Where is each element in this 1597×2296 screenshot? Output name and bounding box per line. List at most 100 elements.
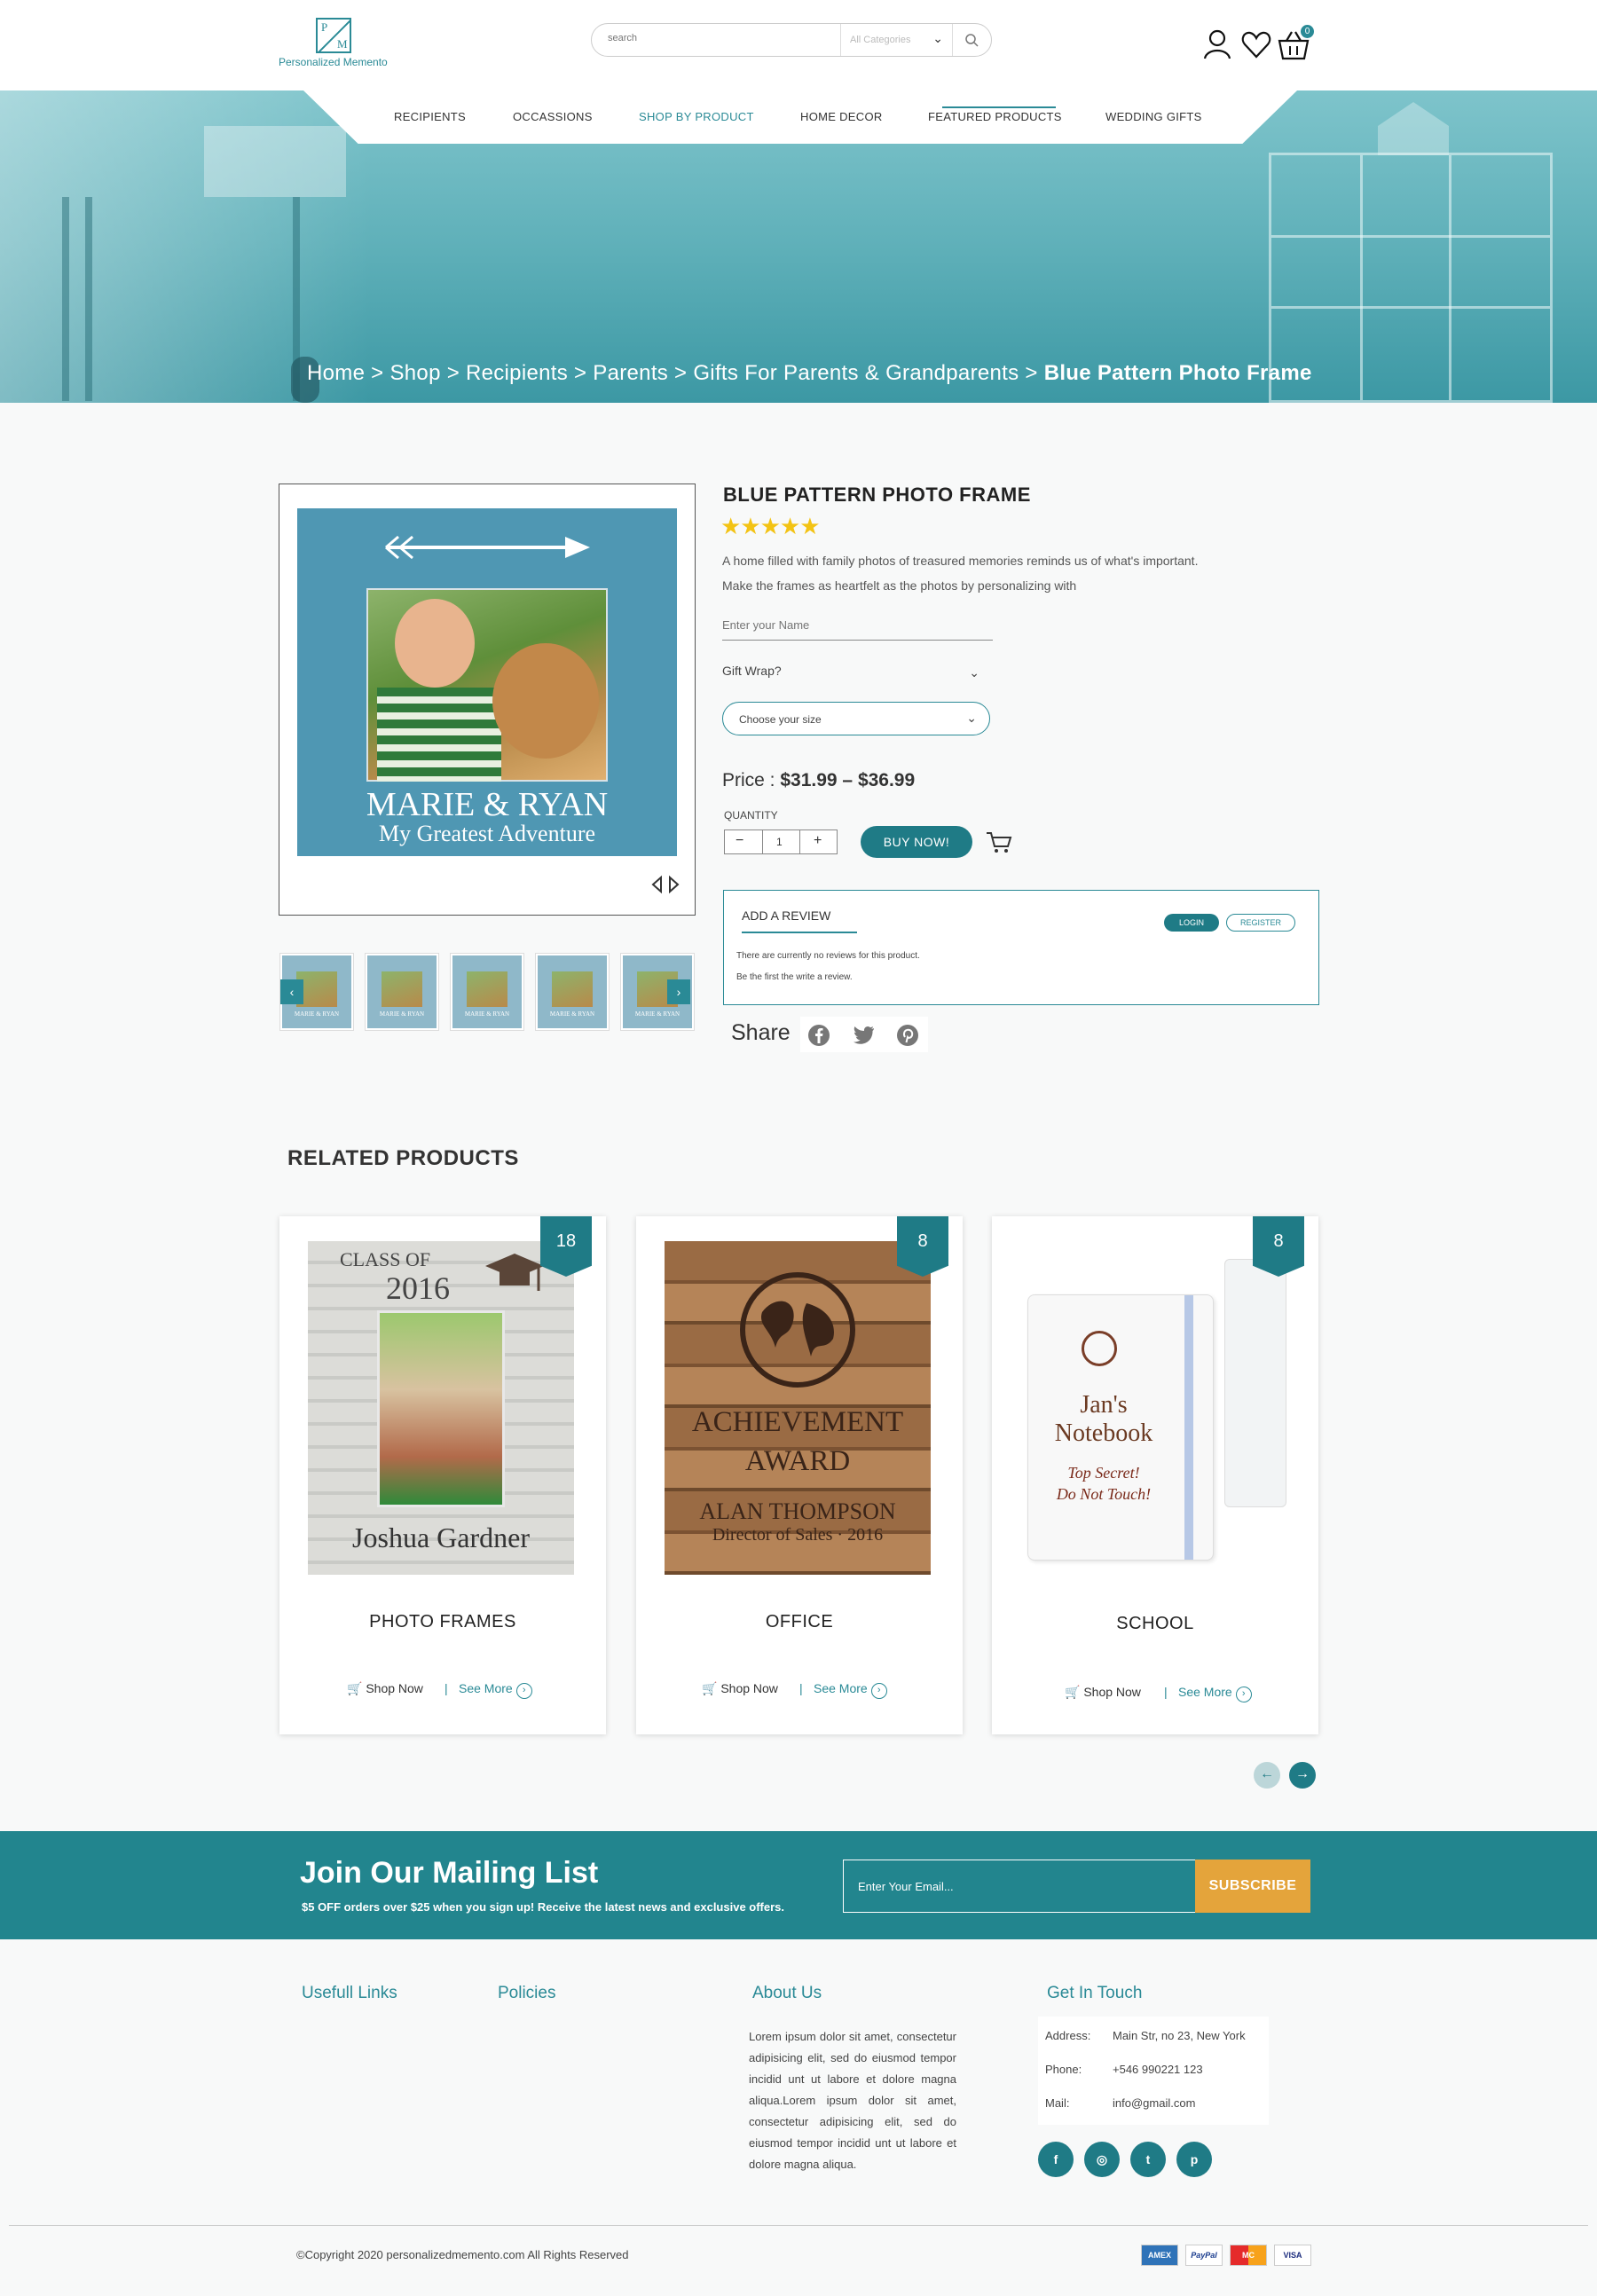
thumbnail[interactable]: MARIE & RYAN bbox=[536, 954, 609, 1030]
qty-plus-button[interactable]: + bbox=[814, 833, 822, 849]
nav-shop-by-product[interactable]: SHOP BY PRODUCT bbox=[639, 110, 754, 123]
globe-icon bbox=[740, 1272, 855, 1388]
card-image-text: Director of Sales · 2016 bbox=[712, 1525, 884, 1545]
category-label: All Categories bbox=[850, 35, 911, 45]
user-icon[interactable] bbox=[1201, 27, 1233, 62]
notebook-front: Jan's Notebook Top Secret! Do Not Touch! bbox=[1027, 1294, 1214, 1561]
footer-about-heading: About Us bbox=[752, 1984, 822, 2002]
thumbnail-next-button[interactable]: › bbox=[667, 979, 690, 1004]
shop-now-link[interactable]: 🛒 Shop Now bbox=[347, 1681, 423, 1696]
image-nav-arrows-icon[interactable] bbox=[650, 875, 680, 894]
link-separator: | bbox=[799, 1681, 803, 1695]
footer-divider bbox=[9, 2225, 1588, 2226]
search-input[interactable] bbox=[608, 33, 830, 43]
login-button[interactable]: LOGIN bbox=[1164, 914, 1219, 932]
name-field[interactable] bbox=[722, 610, 993, 641]
logo-text[interactable]: Personalized Memento bbox=[279, 56, 388, 68]
card-image-text: Notebook bbox=[1054, 1419, 1153, 1447]
notebook-band bbox=[1184, 1295, 1193, 1560]
cart-icon[interactable] bbox=[985, 830, 1013, 855]
thumbnail[interactable]: MARIE & RYAN bbox=[366, 954, 438, 1030]
shop-now-link[interactable]: 🛒 Shop Now bbox=[1065, 1685, 1141, 1700]
thumbnail-prev-button[interactable]: ‹ bbox=[280, 979, 303, 1004]
mailing-title: Join Our Mailing List bbox=[300, 1856, 599, 1890]
nav-recipients[interactable]: RECIPIENTS bbox=[394, 110, 466, 123]
product-card-school[interactable]: Jan's Notebook Top Secret! Do Not Touch!… bbox=[992, 1216, 1318, 1734]
logo-mark[interactable]: P M bbox=[316, 18, 351, 53]
nav-occassions[interactable]: OCCASSIONS bbox=[513, 110, 593, 123]
card-title: SCHOOL bbox=[1116, 1614, 1194, 1633]
product-image[interactable]: MARIE & RYAN My Greatest Adventure bbox=[297, 508, 677, 856]
arrow-right-icon: → bbox=[1295, 1766, 1310, 1781]
card-image-text: AWARD bbox=[744, 1445, 851, 1477]
review-panel: ADD A REVIEW LOGIN REGISTER There are cu… bbox=[723, 890, 1319, 1005]
arrow-left-icon: ← bbox=[1260, 1766, 1274, 1781]
qty-minus-button[interactable]: − bbox=[736, 833, 743, 849]
size-select-label: Choose your size bbox=[739, 713, 822, 726]
register-button[interactable]: REGISTER bbox=[1226, 914, 1295, 932]
nav-featured-products[interactable]: FEATURED PRODUCTS bbox=[928, 110, 1062, 123]
chevron-down-icon: ⌄ bbox=[966, 711, 977, 725]
heart-icon[interactable] bbox=[1240, 27, 1272, 62]
breadcrumb-path[interactable]: Home > Shop > Recipients > Parents > Gif… bbox=[307, 361, 1044, 385]
facebook-icon[interactable] bbox=[806, 1022, 832, 1049]
see-more-link[interactable]: See More › bbox=[1178, 1685, 1252, 1702]
email-field[interactable] bbox=[843, 1860, 1196, 1913]
chevron-right-icon: › bbox=[515, 1683, 532, 1699]
copyright-text: ©Copyright 2020 personalizedmemento.com … bbox=[296, 2248, 629, 2261]
footer-pinterest-icon[interactable]: p bbox=[1176, 2142, 1212, 2177]
twitter-icon[interactable] bbox=[850, 1022, 877, 1049]
card-count-badge: 8 bbox=[1253, 1216, 1304, 1277]
address-label: Address: bbox=[1045, 2029, 1091, 2042]
quantity-stepper: − 1 + bbox=[724, 830, 838, 854]
cart-icon: 🛒 bbox=[347, 1681, 363, 1695]
mailing-list-banner: Join Our Mailing List $5 OFF orders over… bbox=[0, 1831, 1597, 1939]
shop-now-link[interactable]: 🛒 Shop Now bbox=[702, 1681, 778, 1696]
card-image-text: Joshua Gardner bbox=[352, 1521, 530, 1553]
rating-stars: ★★★★★ bbox=[720, 513, 821, 539]
see-more-link[interactable]: See More › bbox=[459, 1681, 532, 1699]
shop-now-label: Shop Now bbox=[720, 1681, 778, 1695]
product-description: A home filled with family photos of trea… bbox=[722, 554, 1199, 593]
footer-instagram-icon[interactable]: ◎ bbox=[1084, 2142, 1120, 2177]
footer-facebook-icon[interactable]: f bbox=[1038, 2142, 1074, 2177]
carousel-prev-button[interactable]: ← bbox=[1254, 1762, 1280, 1789]
breadcrumb: Home > Shop > Recipients > Parents > Gif… bbox=[307, 361, 1312, 386]
search-button[interactable] bbox=[952, 24, 991, 56]
phone-value[interactable]: +546 990221 123 bbox=[1113, 2063, 1203, 2076]
footer-contact: Address: Main Str, no 23, New York Phone… bbox=[1038, 2017, 1269, 2125]
subscribe-button[interactable]: SUBSCRIBE bbox=[1195, 1860, 1310, 1913]
buy-now-button[interactable]: BUY NOW! bbox=[861, 826, 972, 858]
gift-wrap-select[interactable]: Gift Wrap? ⌄ bbox=[722, 664, 979, 680]
hero-window-frame bbox=[62, 197, 69, 401]
review-title: ADD A REVIEW bbox=[742, 908, 831, 923]
qty-value[interactable]: 1 bbox=[776, 836, 783, 848]
nav-wedding-gifts[interactable]: WEDDING GIFTS bbox=[1105, 110, 1202, 123]
see-more-link[interactable]: See More › bbox=[814, 1681, 887, 1699]
nav-home-decor[interactable]: HOME DECOR bbox=[800, 110, 883, 123]
card-image-text: 2016 bbox=[386, 1270, 450, 1306]
thumbnail[interactable]: MARIE & RYAN bbox=[451, 954, 523, 1030]
carousel-next-button[interactable]: → bbox=[1289, 1762, 1316, 1789]
cart-icon: 🛒 bbox=[1065, 1685, 1081, 1699]
mail-value[interactable]: info@gmail.com bbox=[1113, 2096, 1195, 2110]
chevron-down-icon: ⌄ bbox=[932, 31, 943, 45]
cart-button[interactable]: 0 bbox=[1278, 25, 1314, 62]
link-separator: | bbox=[1164, 1685, 1168, 1699]
product-card-photo-frames[interactable]: CLASS OF 2016 Joshua Gardner 18 PHOTO FR… bbox=[279, 1216, 606, 1734]
pinterest-icon[interactable] bbox=[894, 1022, 921, 1049]
link-separator: | bbox=[444, 1681, 448, 1695]
card-image-text: Top Secret! bbox=[1067, 1464, 1140, 1482]
size-select[interactable]: Choose your size ⌄ bbox=[722, 702, 990, 735]
footer-useful-links-heading: Usefull Links bbox=[302, 1984, 397, 2002]
category-select[interactable]: All Categories ⌄ bbox=[840, 24, 950, 56]
review-title-underline bbox=[742, 932, 857, 933]
logo-letter-m: M bbox=[337, 37, 348, 51]
cart-count-badge: 0 bbox=[1301, 25, 1314, 38]
arrow-decoration bbox=[385, 535, 590, 560]
thumbnail-caption: MARIE & RYAN bbox=[379, 1010, 425, 1018]
footer-twitter-icon[interactable]: t bbox=[1130, 2142, 1166, 2177]
review-prompt-text: Be the first the write a review. bbox=[736, 972, 853, 982]
shop-now-label: Shop Now bbox=[366, 1681, 423, 1695]
product-card-office[interactable]: ACHIEVEMENT AWARD ALAN THOMPSON Director… bbox=[636, 1216, 963, 1734]
